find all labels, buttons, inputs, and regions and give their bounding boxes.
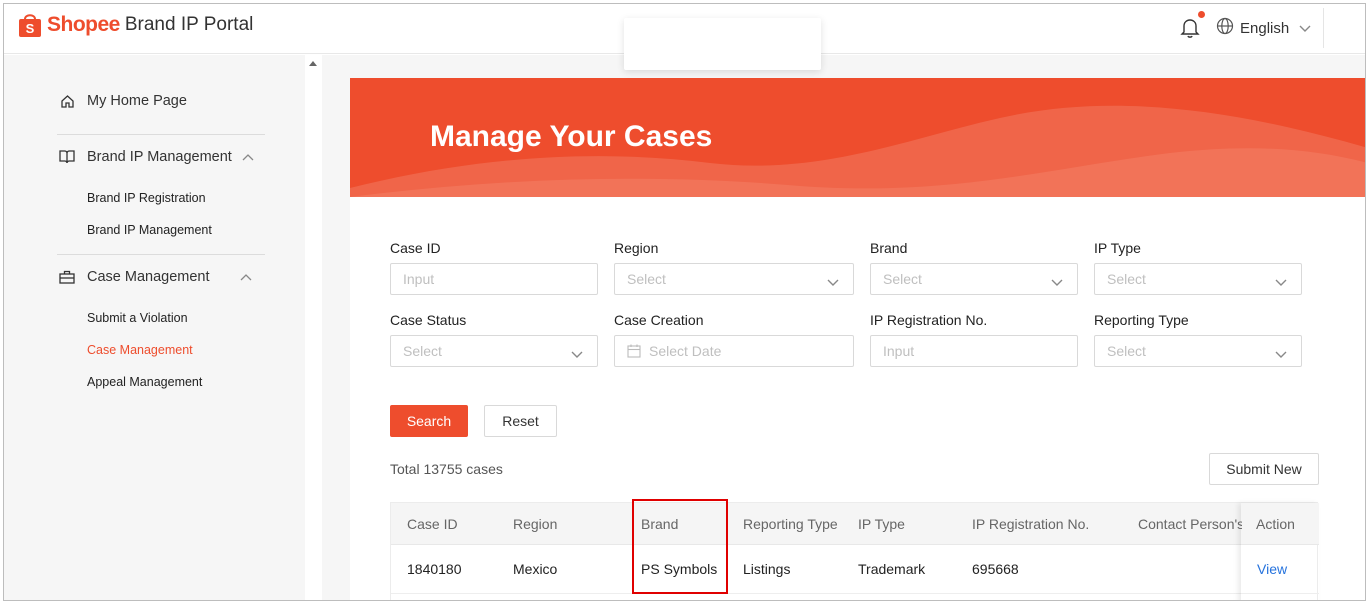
case-id-label: Case ID: [390, 240, 441, 256]
column-header[interactable]: Case ID: [407, 503, 458, 545]
logo[interactable]: S Shopee Brand IP Portal: [18, 12, 253, 38]
app-window: S Shopee Brand IP Portal English My Home…: [3, 3, 1366, 601]
nav-group-label: Brand IP Management: [87, 149, 232, 165]
ip-reg-no-placeholder: Input: [883, 343, 915, 359]
region-placeholder: Select: [627, 271, 666, 287]
divider: [57, 134, 265, 135]
chevron-up-icon: [242, 149, 254, 165]
chevron-down-icon: [571, 346, 583, 362]
divider: [57, 254, 265, 255]
case-id-input[interactable]: Input: [390, 263, 598, 295]
floating-popup: [624, 18, 821, 70]
submit-new-button[interactable]: Submit New: [1209, 453, 1319, 485]
sidebar-item-brand-ip-registration[interactable]: Brand IP Registration: [87, 191, 206, 205]
column-header[interactable]: Region: [513, 503, 557, 545]
book-icon: [59, 149, 75, 165]
cell-ip-reg-no: 695668: [972, 561, 1019, 577]
language-label: English: [1240, 19, 1290, 37]
case-creation-label: Case Creation: [614, 312, 704, 328]
chevron-down-icon: [827, 274, 839, 290]
chevron-up-icon: [240, 269, 252, 285]
cell-region: Mexico: [513, 561, 558, 577]
sidebar-item-case-management[interactable]: Case Management: [87, 343, 193, 357]
nav-case-management[interactable]: Case Management: [59, 269, 252, 285]
case-status-select[interactable]: Select: [390, 335, 598, 367]
brand-label: Brand: [870, 240, 908, 256]
ip-type-select[interactable]: Select: [1094, 263, 1302, 295]
case-creation-placeholder: Select Date: [649, 343, 722, 359]
column-header[interactable]: Brand: [641, 503, 678, 545]
page-title: Manage Your Cases: [430, 120, 713, 153]
cases-table: Case ID Region Brand Reporting Type IP T…: [390, 502, 1319, 600]
scroll-up-arrow-icon[interactable]: [309, 61, 317, 66]
reporting-type-label: Reporting Type: [1094, 312, 1189, 328]
notification-dot: [1198, 11, 1205, 18]
shopee-bag-icon: S: [18, 12, 42, 38]
region-select[interactable]: Select: [614, 263, 854, 295]
column-header[interactable]: Contact Person's: [1138, 503, 1242, 545]
top-header: S Shopee Brand IP Portal English: [4, 4, 1365, 70]
cell-ip-type: Trademark: [858, 561, 926, 577]
chevron-down-icon: [1275, 274, 1287, 290]
nav-home[interactable]: My Home Page: [59, 93, 187, 109]
case-id-placeholder: Input: [403, 271, 435, 287]
search-button[interactable]: Search: [390, 405, 468, 437]
bell-icon[interactable]: [1180, 17, 1200, 39]
table-header: Case ID Region Brand Reporting Type IP T…: [391, 503, 1319, 545]
column-header[interactable]: IP Registration No.: [972, 503, 1089, 545]
column-header[interactable]: IP Type: [858, 503, 905, 545]
brand-placeholder: Select: [883, 271, 922, 287]
case-status-placeholder: Select: [403, 343, 442, 359]
sidebar-item-submit-violation[interactable]: Submit a Violation: [87, 311, 188, 325]
cases-panel: Manage Your Cases Case ID Input Region S…: [350, 78, 1365, 600]
row-divider: [391, 593, 1319, 594]
sidebar: My Home Page Brand IP Management Brand I…: [4, 55, 305, 600]
ip-reg-no-input[interactable]: Input: [870, 335, 1078, 367]
briefcase-icon: [59, 269, 75, 285]
banner: Manage Your Cases: [350, 78, 1365, 197]
brand-select[interactable]: Select: [870, 263, 1078, 295]
logo-word: Shopee: [47, 13, 120, 36]
ip-reg-no-label: IP Registration No.: [870, 312, 988, 328]
reporting-type-placeholder: Select: [1107, 343, 1146, 359]
header-divider: [1323, 8, 1324, 48]
calendar-icon: [627, 344, 641, 358]
chevron-down-icon: [1275, 346, 1287, 362]
nav-home-label: My Home Page: [87, 93, 187, 109]
cell-brand: PS Symbols: [641, 561, 718, 577]
total-count: Total 13755 cases: [390, 461, 503, 477]
language-switcher[interactable]: English: [1216, 17, 1311, 39]
reset-button[interactable]: Reset: [484, 405, 557, 437]
portal-title: Brand IP Portal: [124, 14, 254, 35]
svg-text:S: S: [26, 21, 35, 36]
home-icon: [59, 93, 75, 109]
chevron-down-icon: [1299, 20, 1311, 37]
case-creation-datepicker[interactable]: Select Date: [614, 335, 854, 367]
cell-reporting-type: Listings: [743, 561, 791, 577]
sticky-action-column: [1241, 503, 1319, 600]
chevron-down-icon: [1051, 274, 1063, 290]
cell-case-id: 1840180: [407, 561, 462, 577]
nav-group-label: Case Management: [87, 269, 210, 285]
globe-icon: [1216, 17, 1234, 39]
reporting-type-select[interactable]: Select: [1094, 335, 1302, 367]
column-header[interactable]: Reporting Type: [743, 503, 838, 545]
sidebar-item-appeal-management[interactable]: Appeal Management: [87, 375, 202, 389]
sidebar-item-brand-ip-management[interactable]: Brand IP Management: [87, 223, 212, 237]
case-status-label: Case Status: [390, 312, 467, 328]
ip-type-label: IP Type: [1094, 240, 1141, 256]
ip-type-placeholder: Select: [1107, 271, 1146, 287]
sidebar-scrollbar[interactable]: [305, 55, 322, 600]
nav-brand-ip-management[interactable]: Brand IP Management: [59, 149, 254, 165]
region-label: Region: [614, 240, 659, 256]
